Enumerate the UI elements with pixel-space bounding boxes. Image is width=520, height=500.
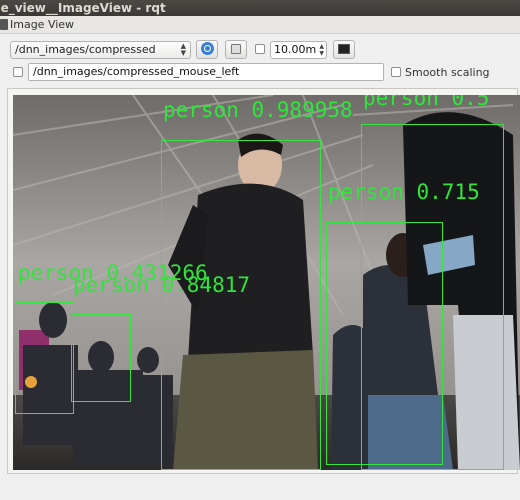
topic-select-value: /dnn_images/compressed [15, 43, 156, 56]
rate-spinbox[interactable]: 10.00m ▲ ▼ [270, 41, 327, 59]
fit-window-button[interactable] [333, 40, 355, 59]
dock-grip-icon [0, 19, 8, 30]
detection-label: person 0.5 [363, 95, 490, 110]
dock-title: Image View [10, 18, 75, 31]
updown-arrows-icon: ▲ ▼ [319, 43, 324, 57]
detection-label: person 0.84817 [73, 273, 251, 297]
smooth-scaling-checkbox[interactable] [391, 67, 401, 77]
topic-select[interactable]: /dnn_images/compressed ▲ ▼ [10, 41, 191, 59]
save-icon [231, 44, 241, 54]
detection-box [71, 314, 131, 402]
image-view[interactable]: person 0.989958 person 0.5 person 0.715 … [13, 95, 520, 470]
detection-box [326, 222, 443, 465]
smooth-scaling-label: Smooth scaling [405, 66, 490, 79]
save-button[interactable] [225, 40, 247, 59]
rate-value: 10.00m [274, 43, 317, 56]
detection-label: person 0.715 [328, 180, 480, 204]
updown-arrows-icon: ▲ ▼ [180, 42, 186, 57]
mouse-topic-value: /dnn_images/compressed_mouse_left [33, 65, 240, 78]
window-title: ge_view__ImageView - rqt [0, 1, 166, 15]
detection-label: person 0.989958 [163, 98, 353, 122]
mouse-topic-input[interactable]: /dnn_images/compressed_mouse_left [28, 63, 384, 81]
refresh-icon [201, 42, 214, 55]
monitor-icon [338, 44, 350, 54]
detection-box [161, 140, 321, 470]
window-title-bar: ge_view__ImageView - rqt [0, 0, 520, 16]
detection-box [15, 302, 74, 414]
status-area [0, 476, 520, 500]
mouse-publish-checkbox[interactable] [13, 67, 23, 77]
dock-title-bar[interactable]: Image View [0, 16, 520, 34]
refresh-button[interactable] [196, 40, 218, 59]
rate-enable-checkbox[interactable] [255, 44, 265, 54]
